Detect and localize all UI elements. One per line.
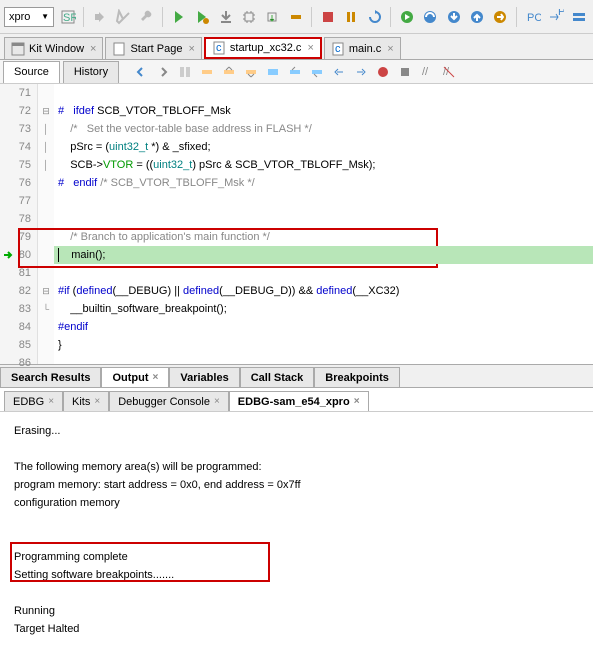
console-line — [14, 584, 579, 602]
nav-fwd-icon[interactable] — [153, 62, 173, 82]
output-tab[interactable]: Debugger Console× — [109, 391, 229, 411]
svg-text:c: c — [216, 42, 222, 54]
run-to-cursor-icon[interactable] — [491, 6, 510, 28]
reset-icon[interactable] — [365, 6, 384, 28]
stop-icon[interactable] — [318, 6, 337, 28]
chip-read-icon[interactable] — [263, 6, 282, 28]
output-tab[interactable]: Kits× — [63, 391, 109, 411]
close-icon[interactable]: × — [48, 396, 54, 407]
pause-icon[interactable] — [342, 6, 361, 28]
console-line — [14, 440, 579, 458]
close-icon[interactable]: × — [354, 396, 360, 407]
c-file-icon: c — [331, 42, 345, 56]
code-area[interactable]: # ifdef SCB_VTOR_TBLOFF_Msk /* Set the v… — [54, 84, 593, 364]
tab-label: startup_xc32.c — [230, 42, 302, 54]
hammer-icon[interactable] — [90, 6, 109, 28]
focus-icon[interactable] — [570, 6, 589, 28]
find-next-icon[interactable] — [241, 62, 261, 82]
hold-icon[interactable] — [286, 6, 305, 28]
continue-icon[interactable] — [397, 6, 416, 28]
find-prev-icon[interactable] — [219, 62, 239, 82]
step-out-icon[interactable] — [467, 6, 486, 28]
macro-stop-icon[interactable] — [395, 62, 415, 82]
tab-source[interactable]: Source — [3, 61, 60, 83]
tab-startup-xc32[interactable]: c startup_xc32.c × — [204, 37, 322, 59]
output-console[interactable]: Erasing... The following memory area(s) … — [0, 412, 593, 632]
comment-icon[interactable]: // — [417, 62, 437, 82]
console-line — [14, 512, 579, 530]
broom-icon[interactable] — [114, 6, 133, 28]
code-editor[interactable]: 71727374757677787980818283848586 ⊟│││⊟└ … — [0, 84, 593, 364]
separator — [311, 7, 312, 27]
close-icon[interactable]: × — [307, 42, 313, 54]
page-icon — [112, 42, 126, 56]
svg-text:SRC: SRC — [63, 12, 76, 24]
svg-text:PC: PC — [558, 9, 564, 18]
src-icon[interactable]: SRC — [58, 6, 77, 28]
chip-icon[interactable] — [239, 6, 258, 28]
combo-value: xpro — [9, 11, 30, 23]
fold-gutter: ⊟│││⊟└ — [38, 84, 54, 364]
separator — [83, 7, 84, 27]
console-line — [14, 530, 579, 548]
tab-label: Kit Window — [29, 43, 84, 55]
c-file-icon: c — [212, 41, 226, 55]
separator — [390, 7, 391, 27]
console-line: The following memory area(s) will be pro… — [14, 458, 579, 476]
close-icon[interactable]: × — [153, 372, 159, 383]
editor-toolbar: // // — [131, 62, 459, 82]
play-debug-icon[interactable] — [193, 6, 212, 28]
svg-text://: // — [422, 66, 429, 78]
find-sel-icon[interactable] — [197, 62, 217, 82]
separator — [162, 7, 163, 27]
close-icon[interactable]: × — [90, 43, 96, 55]
line-gutter: 71727374757677787980818283848586 — [0, 84, 38, 364]
bookmark-icon[interactable] — [263, 62, 283, 82]
console-line: program memory: start address = 0x0, end… — [14, 476, 579, 494]
tab-label: Start Page — [130, 43, 182, 55]
tab-label: main.c — [349, 43, 381, 55]
console-line: Target Halted — [14, 620, 579, 638]
console-line: configuration memory — [14, 494, 579, 512]
bookmark-prev-icon[interactable] — [285, 62, 305, 82]
tab-history[interactable]: History — [63, 61, 119, 83]
main-toolbar: xpro ▼ SRC PC PC — [0, 0, 593, 34]
console-line: Erasing... — [14, 422, 579, 440]
download-icon[interactable] — [216, 6, 235, 28]
shift-right-icon[interactable] — [351, 62, 371, 82]
bookmark-next-icon[interactable] — [307, 62, 327, 82]
console-line: Setting software breakpoints....... — [14, 566, 579, 584]
wrench-icon[interactable] — [137, 6, 156, 28]
separator — [516, 7, 517, 27]
step-into-icon[interactable] — [444, 6, 463, 28]
cursorpc-icon[interactable]: PC — [546, 6, 565, 28]
close-icon[interactable]: × — [214, 396, 220, 407]
nav-back-icon[interactable] — [131, 62, 151, 82]
diff-icon[interactable] — [175, 62, 195, 82]
macro-rec-icon[interactable] — [373, 62, 393, 82]
console-line: Programming complete — [14, 548, 579, 566]
tab-main-c[interactable]: c main.c × — [324, 37, 401, 59]
output-tab[interactable]: EDBG-sam_e54_xpro× — [229, 391, 369, 411]
shift-left-icon[interactable] — [329, 62, 349, 82]
output-tab[interactable]: EDBG× — [4, 391, 63, 411]
step-over-icon[interactable] — [421, 6, 440, 28]
tab-start-page[interactable]: Start Page × — [105, 37, 201, 59]
config-combo[interactable]: xpro ▼ — [4, 7, 54, 27]
svg-text:c: c — [335, 43, 341, 55]
console-line: Running — [14, 602, 579, 620]
pc-icon[interactable]: PC — [523, 6, 542, 28]
window-icon — [11, 42, 25, 56]
output-sub-tab-bar: EDBG×Kits×Debugger Console×EDBG-sam_e54_… — [0, 388, 593, 412]
chevron-down-icon: ▼ — [41, 12, 49, 21]
close-icon[interactable]: × — [387, 43, 393, 55]
file-tab-bar: Kit Window × Start Page × c startup_xc32… — [0, 34, 593, 60]
close-icon[interactable]: × — [94, 396, 100, 407]
tab-kit-window[interactable]: Kit Window × — [4, 37, 103, 59]
uncomment-icon[interactable]: // — [439, 62, 459, 82]
svg-text:PC: PC — [527, 12, 541, 24]
editor-subtabs: Source History // // — [0, 60, 593, 84]
play-icon[interactable] — [169, 6, 188, 28]
close-icon[interactable]: × — [188, 43, 194, 55]
